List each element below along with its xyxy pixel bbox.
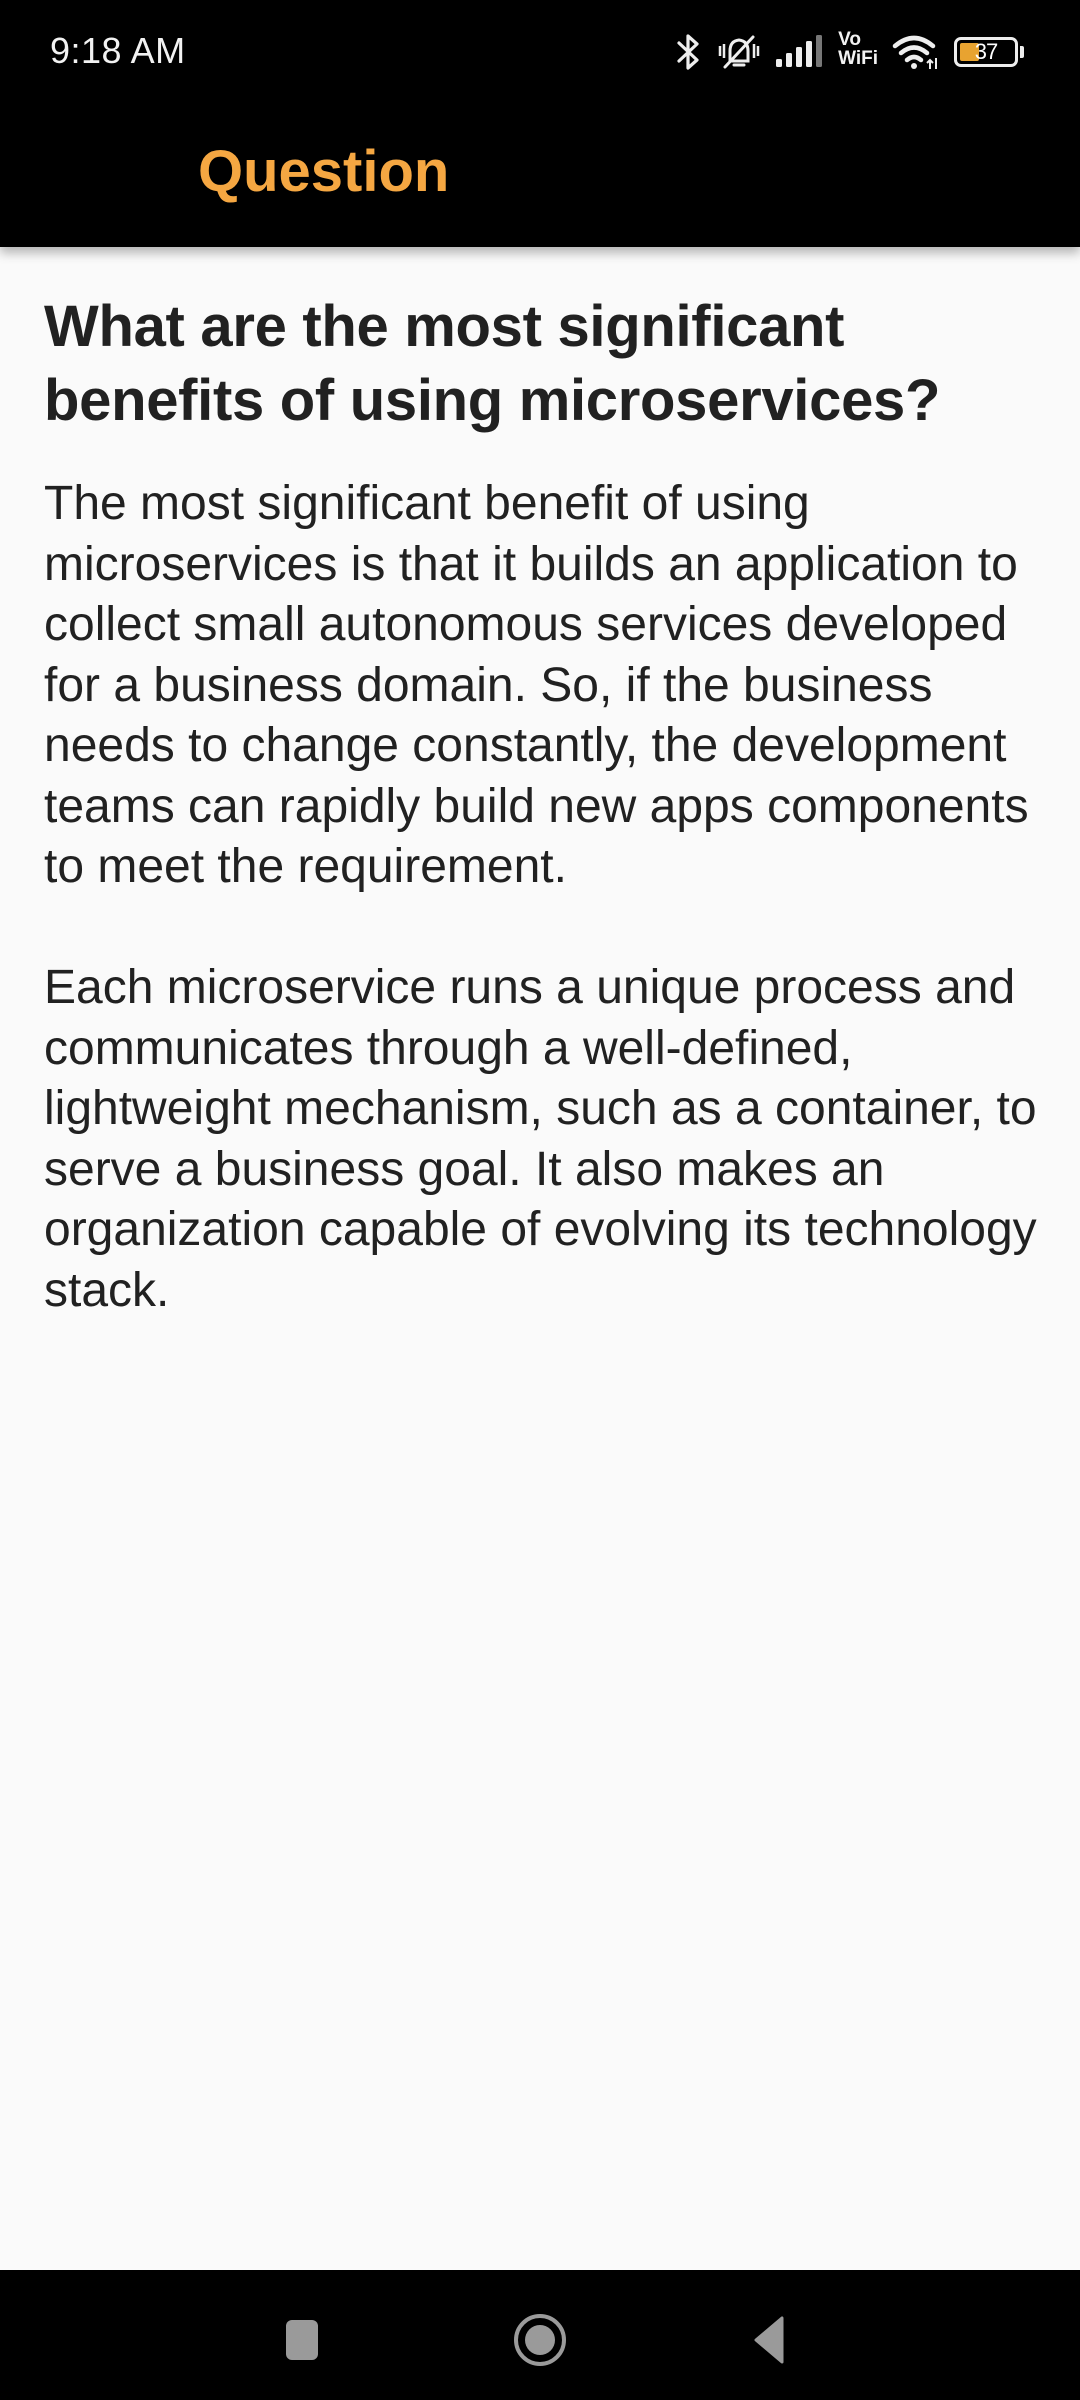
battery-icon: 37	[954, 37, 1024, 67]
recents-button[interactable]	[278, 2310, 328, 2366]
battery-level: 37	[974, 39, 999, 64]
question-heading: What are the most significant benefits o…	[44, 294, 941, 433]
vibrate-silent-icon	[718, 35, 760, 69]
bluetooth-icon	[677, 34, 699, 70]
question-content: What are the most significant benefits o…	[44, 290, 1044, 1321]
signal-icon	[776, 35, 823, 67]
page-title: Question	[198, 139, 450, 204]
home-button[interactable]	[508, 2310, 572, 2370]
wifi-icon	[892, 35, 937, 69]
vowifi-icon: Vo WiFi	[838, 29, 878, 69]
back-button[interactable]	[744, 2310, 794, 2370]
status-time: 9:18 AM	[50, 30, 186, 71]
battery-cap	[1020, 46, 1024, 58]
answer-text: The most significant benefit of using mi…	[44, 477, 1037, 1317]
navigation-bar	[0, 2270, 1080, 2400]
app-bar: Question	[0, 100, 1080, 247]
status-icons: Vo WiFi 37	[676, 28, 1024, 76]
status-bar: 9:18 AM Vo WiFi 37	[0, 0, 1080, 100]
battery-body: 37	[954, 37, 1018, 67]
